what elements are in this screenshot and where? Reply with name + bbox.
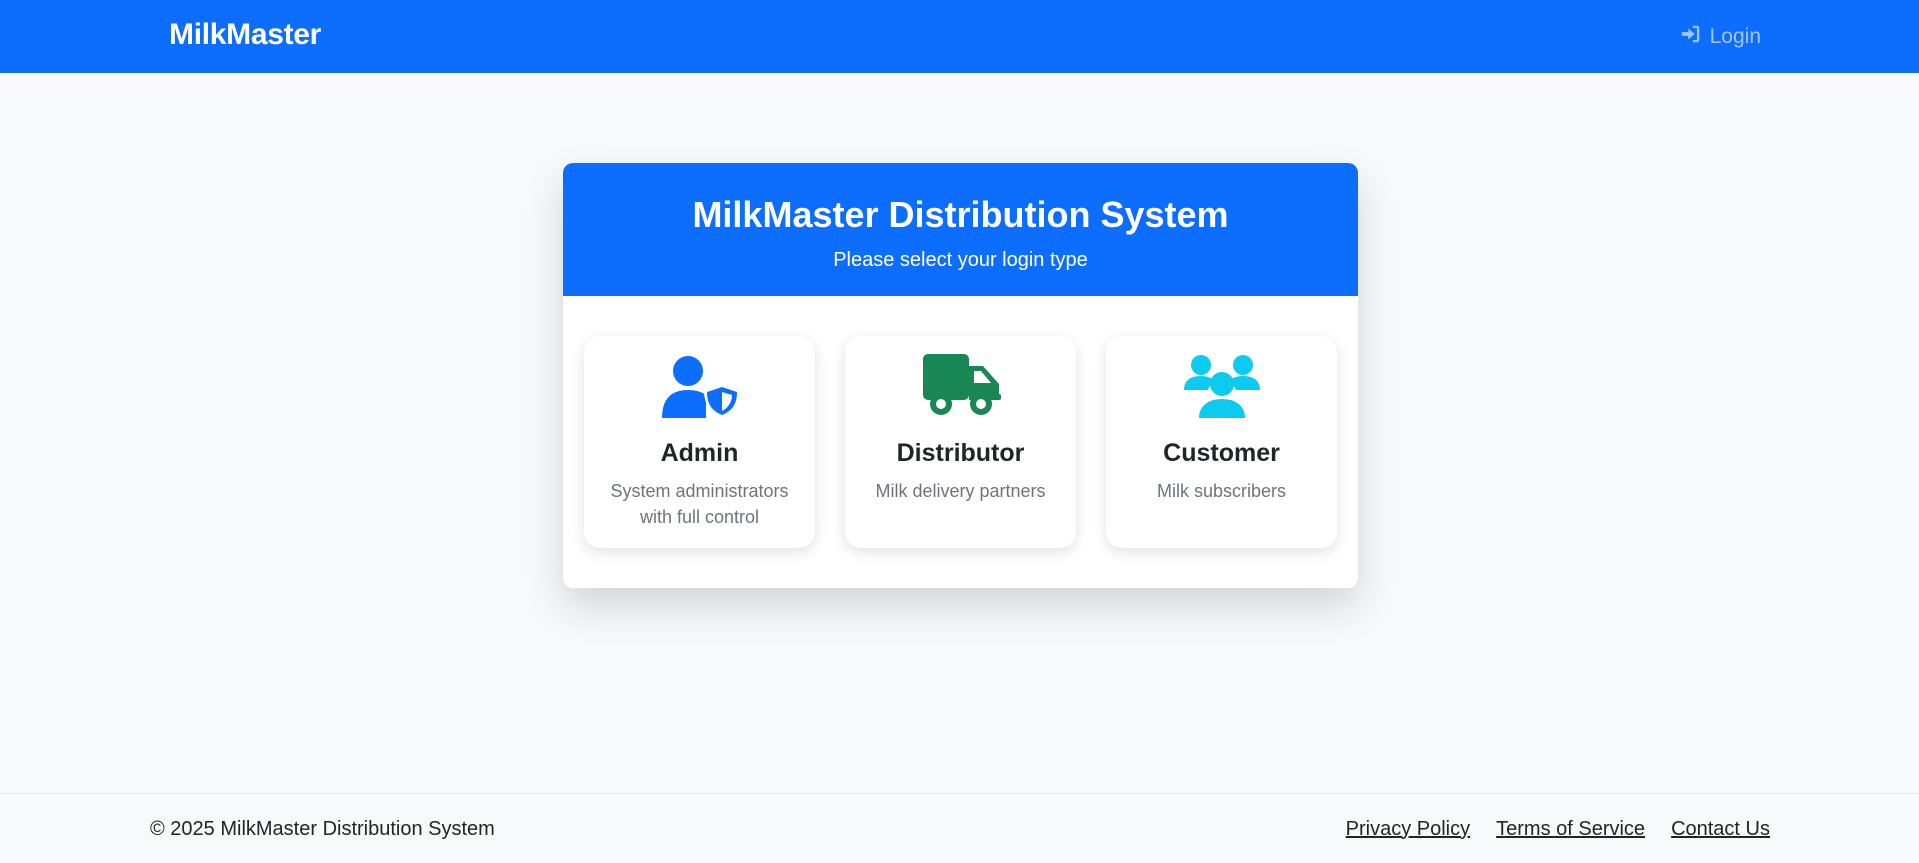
login-type-card: MilkMaster Distribution System Please se… (563, 163, 1358, 588)
nav-login-label: Login (1709, 24, 1761, 48)
navbar: MilkMaster Login (0, 0, 1919, 73)
brand-link[interactable]: MilkMaster (169, 0, 321, 73)
privacy-policy-link[interactable]: Privacy Policy (1346, 818, 1470, 841)
copyright-text: © 2025 MilkMaster Distribution System (150, 818, 495, 840)
distributor-title: Distributor (896, 439, 1025, 467)
sign-in-icon (1680, 23, 1702, 51)
distributor-login-option[interactable]: Distributor Milk delivery partners (845, 336, 1076, 548)
truck-icon (845, 354, 1076, 418)
page-subtitle: Please select your login type (833, 249, 1088, 271)
contact-us-link[interactable]: Contact Us (1671, 818, 1770, 841)
admin-login-option[interactable]: Admin System administrators with full co… (584, 336, 815, 548)
footer: © 2025 MilkMaster Distribution System Pr… (0, 793, 1919, 863)
user-shield-icon (584, 354, 815, 418)
users-icon (1106, 354, 1337, 418)
nav-login-link[interactable]: Login (1680, 0, 1761, 73)
customer-login-option[interactable]: Customer Milk subscribers (1106, 336, 1337, 548)
page-title: MilkMaster Distribution System (692, 194, 1229, 235)
customer-description: Milk subscribers (1156, 481, 1287, 501)
customer-title: Customer (1163, 439, 1280, 467)
footer-links: Privacy Policy Terms of Service Contact … (1346, 794, 1770, 863)
card-header: MilkMaster Distribution System Please se… (563, 163, 1358, 296)
admin-title: Admin (660, 439, 739, 467)
admin-description: System administrators with full control (610, 481, 789, 527)
terms-of-service-link[interactable]: Terms of Service (1496, 818, 1645, 841)
distributor-description: Milk delivery partners (875, 481, 1046, 501)
